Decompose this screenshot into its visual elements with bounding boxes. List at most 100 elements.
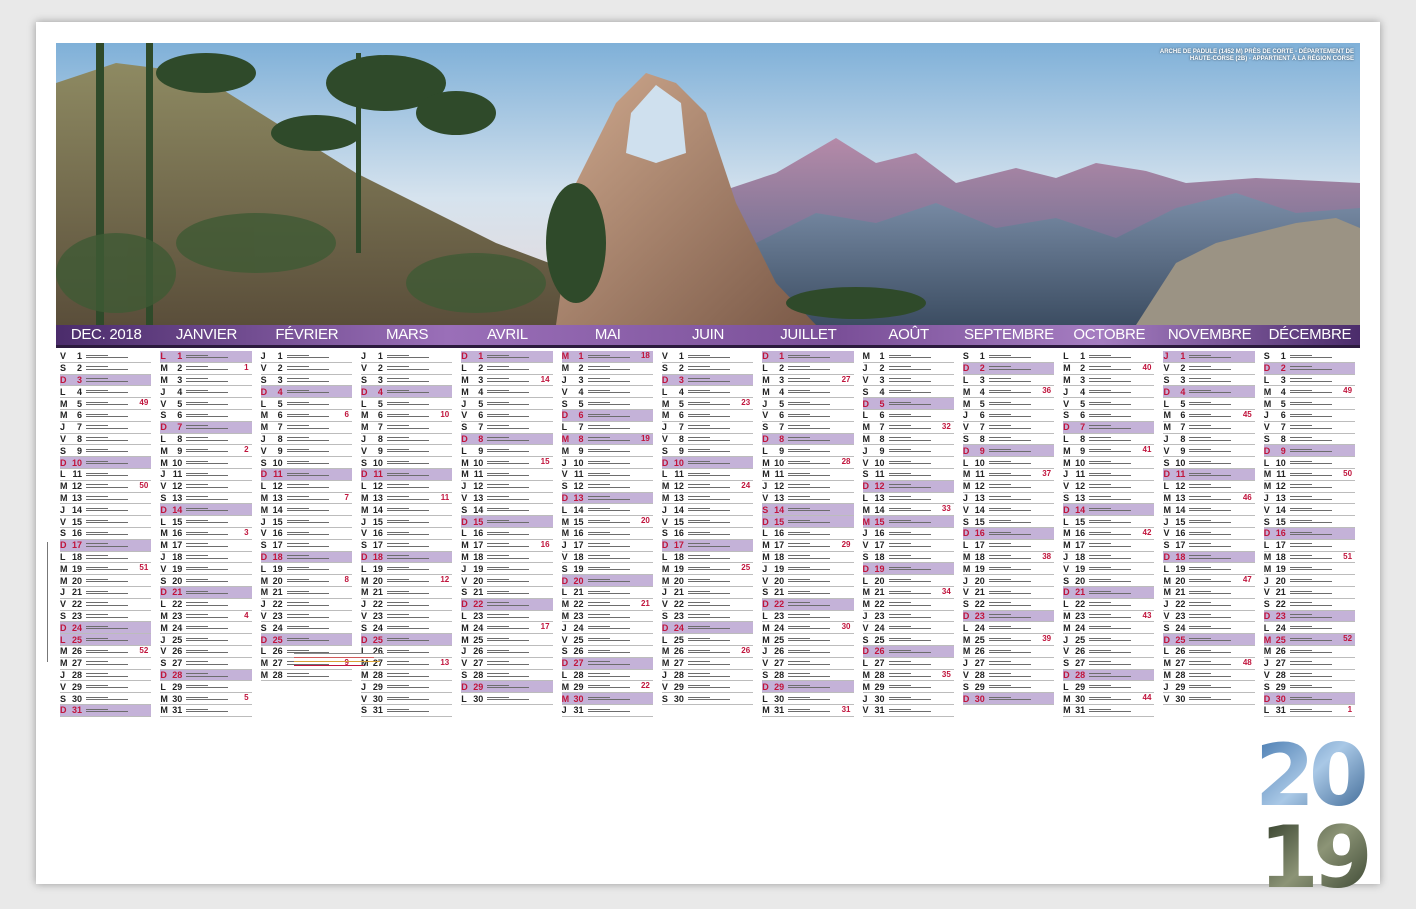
day-row: D 23 xyxy=(1263,610,1356,623)
day-number: 4 xyxy=(1280,386,1286,397)
saint-name-lines xyxy=(788,482,853,490)
day-row: S 22 xyxy=(1263,599,1356,611)
day-row: V 22 xyxy=(60,599,152,611)
day-row: M 12 24 xyxy=(661,481,754,493)
weekday-letter: M xyxy=(461,634,469,645)
day-row: S 14 xyxy=(461,504,553,517)
weekday-letter: M xyxy=(1163,492,1171,503)
weekday-letter: J xyxy=(1263,410,1269,421)
weekday-letter: S xyxy=(1063,575,1070,586)
day-number: 16 xyxy=(71,528,82,539)
day-number: 27 xyxy=(974,658,985,669)
saint-name-lines xyxy=(1289,695,1355,703)
day-row: D 15 xyxy=(762,516,854,528)
weekday-letter: D xyxy=(1063,587,1070,598)
day-number: 1 xyxy=(76,351,82,362)
day-number: 24 xyxy=(874,622,885,633)
saint-name-lines xyxy=(487,506,552,514)
day-number: 25 xyxy=(473,634,484,645)
day-number: 4 xyxy=(1080,386,1086,397)
weekday-letter: L xyxy=(862,492,869,503)
weekday-letter: S xyxy=(1063,410,1070,421)
day-number: 7 xyxy=(1280,422,1286,433)
day-row: J 12 xyxy=(461,481,553,493)
day-row: M6 xyxy=(60,410,152,422)
weekday-letter: V xyxy=(661,516,668,527)
day-row: J 21 xyxy=(661,587,754,599)
day-number: 22 xyxy=(473,599,484,610)
day-number: 11 xyxy=(1075,469,1086,480)
day-number: 25 xyxy=(1275,634,1286,645)
day-number: 16 xyxy=(1175,528,1186,539)
day-number: 10 xyxy=(372,457,383,468)
day-number: 1 xyxy=(578,351,584,362)
day-row: M 11 37 xyxy=(962,469,1055,481)
day-row: D8 xyxy=(461,433,553,446)
corsica-landscape-image xyxy=(56,43,1360,325)
day-number: 27 xyxy=(71,658,82,669)
day-row: S4 xyxy=(862,386,954,399)
day-number: 8 xyxy=(979,433,985,444)
day-row: V 11 xyxy=(561,469,653,481)
day-row: V 23 xyxy=(360,611,453,623)
saint-name-lines xyxy=(186,529,251,537)
day-number: 2 xyxy=(478,363,484,374)
weekday-letter: D xyxy=(962,363,970,374)
saint-name-lines xyxy=(888,482,954,490)
day-row: J7 xyxy=(661,422,754,434)
saint-name-lines xyxy=(386,529,452,537)
day-number: 23 xyxy=(573,610,584,621)
day-row: S 30 xyxy=(661,693,754,705)
day-number: 21 xyxy=(1075,587,1086,598)
saint-name-lines xyxy=(487,411,552,419)
day-number: 28 xyxy=(1075,669,1086,680)
saint-name-lines xyxy=(487,482,552,490)
saint-name-lines xyxy=(186,647,251,655)
day-number: 21 xyxy=(573,587,584,598)
day-number: 28 xyxy=(874,669,885,680)
weekday-letter: S xyxy=(60,363,67,374)
weekday-letter: S xyxy=(962,516,969,527)
weekday-letter: J xyxy=(60,422,66,433)
day-number: 5 xyxy=(578,398,584,409)
saint-name-lines xyxy=(186,423,251,431)
day-number: 28 xyxy=(172,669,183,680)
day-row: V5 xyxy=(1063,398,1155,410)
day-row: M21 xyxy=(160,363,252,375)
day-number: 11 xyxy=(674,469,684,480)
day-number: 13 xyxy=(71,492,82,503)
day-row: J7 xyxy=(60,422,152,434)
day-row: D 20 xyxy=(561,575,653,587)
saint-name-lines xyxy=(687,352,753,360)
saint-name-lines xyxy=(1089,577,1154,585)
saint-name-lines xyxy=(888,612,954,620)
saint-name-lines xyxy=(988,447,1054,455)
saint-name-lines xyxy=(788,671,853,679)
week-number: 25 xyxy=(741,563,751,573)
day-row: L 11 xyxy=(661,469,754,481)
day-row: S 10 xyxy=(1163,457,1255,469)
weekday-letter: D xyxy=(762,351,769,362)
weekday-letter: S xyxy=(360,457,367,468)
day-number: 18 xyxy=(1075,551,1086,562)
week-number: 29 xyxy=(841,539,851,549)
day-row: L6 xyxy=(862,410,954,422)
weekday-letter: V xyxy=(762,410,769,421)
weekday-letter: D xyxy=(561,575,569,586)
week-number: 34 xyxy=(941,586,951,596)
day-row: M6 xyxy=(661,410,754,422)
day-row: L 31 1 xyxy=(1263,705,1356,717)
day-number: 20 xyxy=(974,575,985,586)
month-column: M 1 J 2 V 3 S 4 D 5 L 6 M 7 32 M 8 J 9 V 10 S 11 D 12 L 13 M 14 33 M 15… xyxy=(859,351,959,717)
day-number: 1 xyxy=(979,351,985,362)
saint-name-lines xyxy=(788,565,853,573)
day-number: 15 xyxy=(673,516,684,527)
saint-name-lines xyxy=(86,659,151,667)
saint-name-lines xyxy=(788,659,853,667)
saint-name-lines xyxy=(587,364,653,372)
day-number: 7 xyxy=(76,422,82,433)
day-number: 13 xyxy=(774,492,785,503)
week-number: 49 xyxy=(139,398,149,408)
day-number: 5 xyxy=(1180,398,1186,409)
day-row: D 16 xyxy=(1263,527,1356,540)
